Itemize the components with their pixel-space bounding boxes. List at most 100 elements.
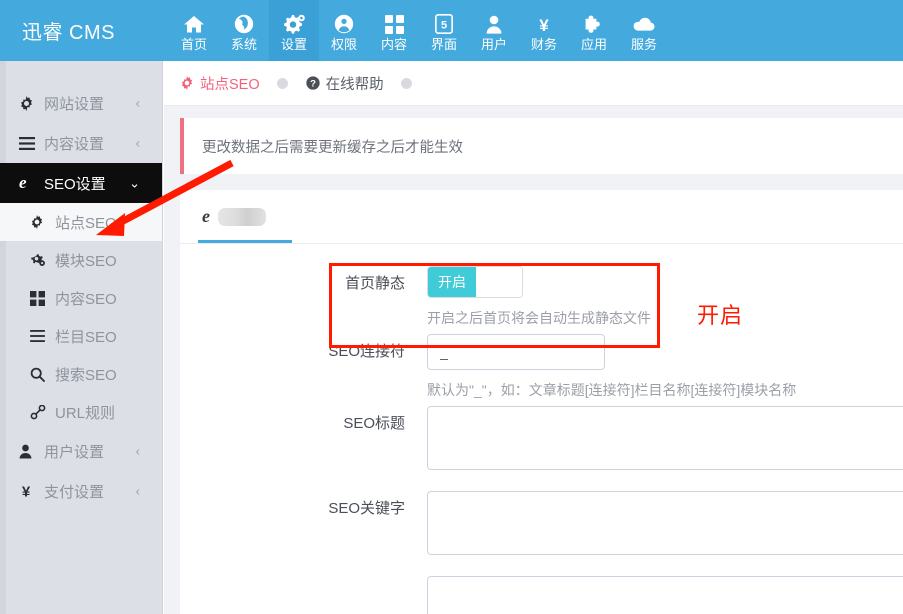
- tab-site-seo[interactable]: 站点SEO: [180, 73, 260, 94]
- card-tab-bar: e: [180, 190, 903, 244]
- sidebar-item-label: 站点SEO: [55, 214, 117, 232]
- form-row-seo-title: SEO标题: [180, 406, 903, 470]
- topnav-item-finance[interactable]: ¥ 财务: [519, 0, 569, 61]
- cache-notice: 更改数据之后需要更新缓存之后才能生效: [180, 118, 903, 174]
- tab-online-help[interactable]: ? 在线帮助: [305, 73, 384, 94]
- bars-icon: [30, 330, 52, 342]
- sidebar-item-label: 搜索SEO: [55, 366, 117, 384]
- sidebar-item-search-seo[interactable]: 搜索SEO: [0, 355, 162, 393]
- topnav-item-settings[interactable]: 设置: [269, 0, 319, 61]
- topnav-item-permissions[interactable]: 权限: [319, 0, 369, 61]
- form-control: 开启 开启之后首页将会自动生成静态文件: [427, 266, 903, 328]
- topnav-label: 系统: [230, 37, 257, 52]
- bars-icon: [19, 136, 41, 150]
- sidebar-item-label: 模块SEO: [55, 252, 117, 270]
- svg-text:¥: ¥: [539, 16, 549, 34]
- topnav-label: 设置: [280, 37, 307, 52]
- form-control: [427, 576, 903, 614]
- gears-icon: [30, 253, 52, 267]
- brand-logo[interactable]: 迅睿 CMS: [0, 0, 163, 61]
- seo-description-textarea[interactable]: [427, 576, 903, 614]
- chevron-down-icon: ⌄: [129, 175, 140, 191]
- topnav-label: 内容: [380, 37, 407, 52]
- topnav-label: 界面: [430, 37, 457, 52]
- home-icon: [184, 13, 204, 35]
- topnav-label: 首页: [180, 37, 207, 52]
- app-root: 迅睿 CMS 首页 系统 设置 权限 内容 5 界面 用户 ¥ 财务 应用 服务…: [0, 0, 903, 614]
- form-help-text: 默认为"_"，如：文章标题[连接符]栏目名称[连接符]模块名称: [427, 382, 797, 398]
- form-label: SEO连接符: [328, 343, 405, 360]
- sidebar: 网站设置 ‹ 内容设置 ‹ e SEO设置 ⌄ 站点SEO 模块SEO 内容SE…: [0, 61, 163, 614]
- user-circle-icon: [334, 13, 354, 35]
- question-icon: ?: [305, 76, 320, 90]
- topnav-item-interface[interactable]: 5 界面: [419, 0, 469, 61]
- topnav-item-home[interactable]: 首页: [169, 0, 219, 61]
- yen-icon: ¥: [535, 13, 553, 35]
- person-icon: [486, 13, 502, 35]
- chevron-left-icon: ‹: [135, 95, 140, 111]
- gear-icon: [19, 95, 41, 111]
- form-control: [427, 406, 903, 470]
- seo-connector-input[interactable]: [427, 334, 605, 370]
- tab-close-icon[interactable]: [276, 77, 288, 89]
- sidebar-item-site-settings[interactable]: 网站设置 ‹: [0, 83, 162, 123]
- form-row-seo-connector: SEO连接符 默认为"_"，如：文章标题[连接符]栏目名称[连接符]模块名称: [180, 334, 903, 400]
- topnav-item-content[interactable]: 内容: [369, 0, 419, 61]
- topnav-item-system[interactable]: 系统: [219, 0, 269, 61]
- sidebar-item-label: 网站设置: [44, 95, 105, 113]
- gears-icon: [283, 13, 305, 35]
- sidebar-item-site-seo[interactable]: 站点SEO: [0, 203, 162, 241]
- sidebar-item-label: URL规则: [55, 404, 116, 422]
- ie-icon: e: [19, 173, 27, 192]
- tab-close-icon[interactable]: [400, 77, 412, 89]
- active-tab-underline: [198, 240, 292, 243]
- form-row-seo-keywords: SEO关键字: [180, 491, 903, 555]
- form-label: SEO关键字: [328, 500, 405, 517]
- homepage-static-toggle[interactable]: 开启: [427, 266, 523, 298]
- sidebar-item-seo-settings[interactable]: e SEO设置 ⌄: [0, 163, 162, 203]
- globe-icon: [234, 13, 254, 35]
- page-tab-bar: 站点SEO ? 在线帮助: [164, 61, 903, 106]
- sidebar-menu: 网站设置 ‹ 内容设置 ‹ e SEO设置 ⌄ 站点SEO 模块SEO 内容SE…: [0, 61, 162, 511]
- seo-title-textarea[interactable]: [427, 406, 903, 470]
- form-control: 默认为"_"，如：文章标题[连接符]栏目名称[连接符]模块名称: [427, 334, 903, 400]
- chevron-left-icon: ‹: [135, 443, 140, 459]
- ie-icon: e: [202, 206, 210, 226]
- search-icon: [30, 367, 52, 382]
- top-nav: 首页 系统 设置 权限 内容 5 界面 用户 ¥ 财务 应用 服务: [163, 0, 903, 61]
- sidebar-item-label: 栏目SEO: [55, 328, 117, 346]
- tab-label: 在线帮助: [325, 76, 384, 93]
- topnav-label: 财务: [530, 37, 557, 52]
- topnav-label: 服务: [630, 37, 657, 52]
- seo-settings-card: e 首页静态 开启 开启之后首页将会自动生成静态文件 SEO连接符 _ 默认为"…: [180, 190, 903, 614]
- topnav-item-users[interactable]: 用户: [469, 0, 519, 61]
- sidebar-item-content-settings[interactable]: 内容设置 ‹: [0, 123, 162, 163]
- sidebar-item-category-seo[interactable]: 栏目SEO: [0, 317, 162, 355]
- gear-icon: [180, 76, 194, 90]
- form-row-homepage-static: 首页静态 开启 开启之后首页将会自动生成静态文件: [180, 266, 903, 328]
- sidebar-item-url-rules[interactable]: URL规则: [0, 393, 162, 431]
- top-bar: 迅睿 CMS 首页 系统 设置 权限 内容 5 界面 用户 ¥ 财务 应用 服务: [0, 0, 903, 61]
- sidebar-item-user-settings[interactable]: 用户设置 ‹: [0, 431, 162, 471]
- sidebar-item-module-seo[interactable]: 模块SEO: [0, 241, 162, 279]
- sidebar-item-label: 内容设置: [44, 135, 105, 153]
- content-area: 站点SEO ? 在线帮助 更改数据之后需要更新缓存之后才能生效 e 首页静态 开…: [164, 61, 903, 614]
- sidebar-item-content-seo[interactable]: 内容SEO: [0, 279, 162, 317]
- link-icon: [30, 404, 52, 420]
- form-label: SEO标题: [343, 415, 405, 432]
- tab-label: 站点SEO: [200, 76, 260, 93]
- topnav-item-apps[interactable]: 应用: [569, 0, 619, 61]
- yen-icon: ¥: [19, 483, 41, 500]
- topnav-label: 权限: [330, 37, 357, 52]
- chevron-left-icon: ‹: [135, 483, 140, 499]
- gear-icon: [30, 215, 52, 229]
- form-row-seo-description: [180, 576, 903, 614]
- sidebar-item-payment-settings[interactable]: ¥ 支付设置 ‹: [0, 471, 162, 511]
- topnav-item-services[interactable]: 服务: [619, 0, 669, 61]
- grid-icon: [384, 13, 404, 35]
- panel-wrapper: 更改数据之后需要更新缓存之后才能生效 e 首页静态 开启 开启之后首页将会自动生…: [164, 106, 903, 614]
- card-tab-site[interactable]: e: [202, 190, 266, 244]
- seo-keywords-textarea[interactable]: [427, 491, 903, 555]
- toggle-off-track: [476, 267, 522, 297]
- form-help-text: 开启之后首页将会自动生成静态文件: [427, 310, 651, 326]
